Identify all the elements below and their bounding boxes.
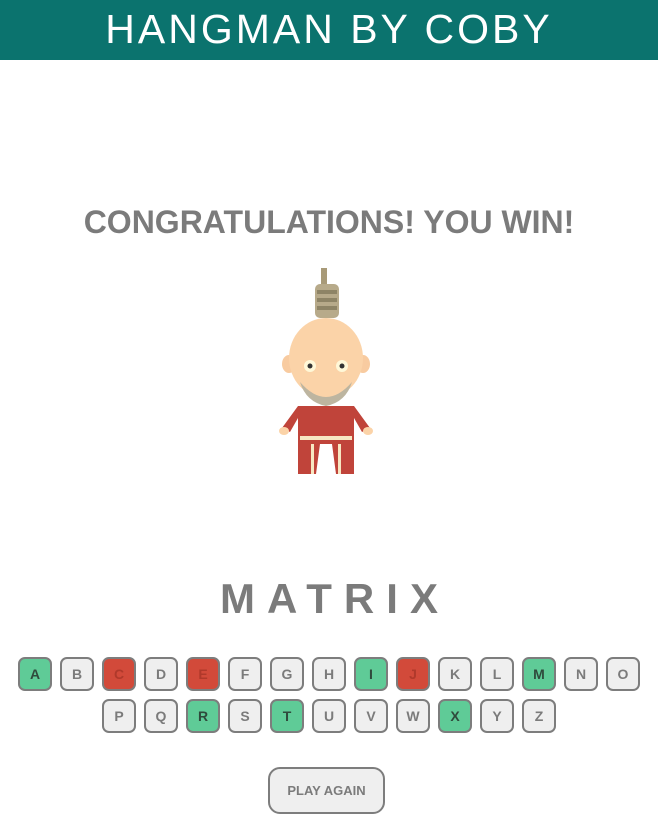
letter-key-a[interactable]: A [18,657,52,691]
letter-keyboard: ABCDEFGHIJKLMNO PQRSTUVWXYZ [0,657,658,741]
word-letter: A [267,575,307,622]
letter-key-b[interactable]: B [60,657,94,691]
letter-key-v[interactable]: V [354,699,388,733]
letter-key-k[interactable]: K [438,657,472,691]
letter-key-w[interactable]: W [396,699,430,733]
letter-key-s[interactable]: S [228,699,262,733]
letter-key-h[interactable]: H [312,657,346,691]
app-title: HANGMAN BY COBY [105,6,553,52]
letter-key-t[interactable]: T [270,699,304,733]
game-status-message: CONGRATULATIONS! YOU WIN! [83,204,575,240]
hangman-figure [279,268,373,474]
letter-key-z[interactable]: Z [522,699,556,733]
letter-key-o[interactable]: O [606,657,640,691]
letter-key-g[interactable]: G [270,657,304,691]
word-letter: X [409,575,450,622]
word-letter: I [386,575,410,622]
play-again-button[interactable]: PLAY AGAIN [268,767,385,814]
letter-key-p[interactable]: P [102,699,136,733]
letter-key-x[interactable]: X [438,699,472,733]
word-letter: M [220,575,268,622]
letter-key-j[interactable]: J [396,657,430,691]
keyboard-row: PQRSTUVWXYZ [0,699,658,733]
app-header: HANGMAN BY COBY [0,0,658,60]
letter-key-y[interactable]: Y [480,699,514,733]
word-letter: R [343,575,387,622]
letter-key-d[interactable]: D [144,657,178,691]
letter-key-l[interactable]: L [480,657,514,691]
letter-key-u[interactable]: U [312,699,346,733]
letter-key-c[interactable]: C [102,657,136,691]
letter-key-i[interactable]: I [354,657,388,691]
word-letter: T [306,575,344,622]
letter-key-f[interactable]: F [228,657,262,691]
letter-key-r[interactable]: R [186,699,220,733]
letter-key-n[interactable]: N [564,657,598,691]
keyboard-row: ABCDEFGHIJKLMNO [0,657,658,691]
secret-word: MATRIX [0,575,658,623]
letter-key-e[interactable]: E [186,657,220,691]
letter-key-q[interactable]: Q [144,699,178,733]
rope-noose-icon [315,268,339,318]
letter-key-m[interactable]: M [522,657,556,691]
